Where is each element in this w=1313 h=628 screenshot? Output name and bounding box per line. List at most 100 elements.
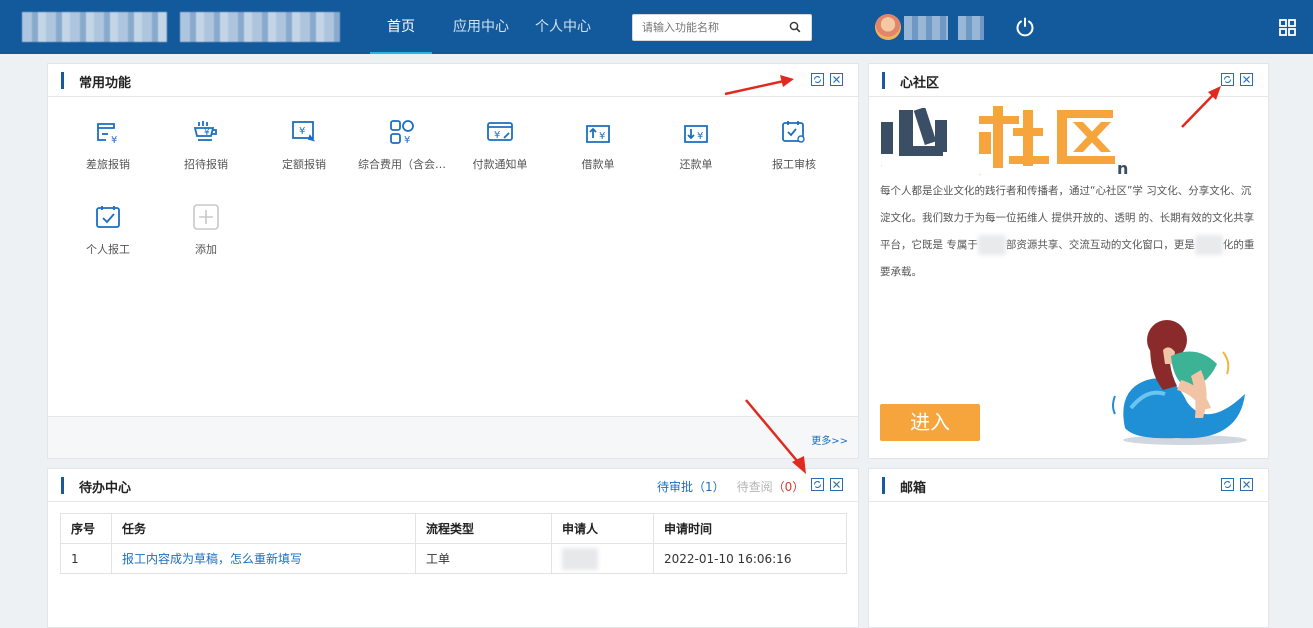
refresh-icon[interactable]: [811, 478, 824, 491]
function-label: 添加: [195, 243, 217, 256]
mailbox-panel: 邮箱: [868, 468, 1269, 628]
panel-header: 邮箱: [869, 469, 1268, 502]
fixed-reimburse-icon: ¥: [292, 121, 316, 142]
review-count: （0）: [772, 480, 805, 494]
close-icon[interactable]: [1240, 478, 1253, 491]
function-label: 借款单: [581, 158, 615, 171]
community-body: 心 n 社区 每个人都是企业文化的践行者和传播者，通过“心社区”学 习文化、分享…: [869, 98, 1268, 458]
task-link[interactable]: 报工内容成为草稿，怎么重新填写: [122, 552, 302, 566]
todo-table: 序号 任务 流程类型 申请人 申请时间 1 报工内容成为草稿，怎么重新填写 工单…: [60, 513, 847, 574]
tab-pending-approval[interactable]: 待审批（1）: [657, 478, 725, 495]
function-item[interactable]: ¥ 定额报销: [256, 118, 352, 172]
function-item[interactable]: 个人报工: [60, 203, 156, 257]
blurred-company: [1194, 235, 1223, 255]
top-bar: 首页 应用中心 个人中心: [0, 0, 1313, 54]
function-label: 报工审核: [772, 158, 816, 171]
more-link[interactable]: 更多>>: [811, 432, 848, 447]
panel-header: 待办中心 待审批（1） 待查阅（0）: [48, 469, 858, 502]
title-accent-bar: [61, 72, 64, 89]
table-row[interactable]: 1 报工内容成为草稿，怎么重新填写 工单 2022-01-10 16:06:16: [60, 543, 847, 574]
function-label: 综合费用（含会…: [358, 158, 446, 171]
panel-header: 心社区: [869, 64, 1268, 97]
community-panel: 心社区 心 n 社区 每个人都是企业文化的践行者和传播者，通过“心社区”学 习文…: [868, 63, 1269, 459]
add-icon: [193, 204, 219, 230]
blurred-company-name: [180, 12, 340, 42]
travel-reimburse-icon: ¥: [97, 123, 117, 146]
panel-tools: [1221, 478, 1253, 491]
column-header: 申请人: [551, 513, 654, 544]
function-item[interactable]: ¥ 还款单: [648, 118, 744, 172]
apply-time: 2022-01-10 16:06:16: [653, 543, 847, 574]
tab-pending-review[interactable]: 待查阅（0）: [737, 478, 805, 495]
close-icon[interactable]: [830, 478, 843, 491]
enter-button[interactable]: 进入: [880, 404, 980, 441]
refresh-icon[interactable]: [811, 73, 824, 86]
panel-tools: [1221, 73, 1253, 86]
svg-text:¥: ¥: [404, 135, 410, 146]
common-functions-panel: 常用功能 ¥ 差旅报销 ¥ 招待报销 ¥ 定额报销 ¥ 综合费用（含会… ¥ 付…: [47, 63, 859, 459]
blurred-applicant: [562, 547, 598, 570]
close-icon[interactable]: [830, 73, 843, 86]
apps-grid-icon[interactable]: [1279, 19, 1296, 39]
panel-title: 常用功能: [79, 76, 132, 91]
panel-tools: [811, 478, 843, 491]
pending-count: （1）: [693, 480, 725, 494]
search-icon[interactable]: [789, 21, 801, 36]
nav-home[interactable]: 首页: [370, 0, 432, 54]
title-accent-bar: [882, 477, 885, 494]
function-item[interactable]: ¥ 差旅报销: [60, 118, 156, 172]
blurred-user-role: [958, 16, 984, 40]
svg-text:¥: ¥: [599, 131, 605, 142]
process-type: 工单: [415, 543, 552, 574]
loan-form-icon: ¥: [586, 125, 610, 143]
function-item[interactable]: ¥ 招待报销: [158, 118, 254, 172]
search-box: [632, 14, 812, 41]
svg-text:心: 心: [881, 164, 882, 167]
function-item[interactable]: 报工审核: [746, 118, 842, 172]
function-label: 还款单: [679, 158, 713, 171]
community-logo-shequ: n 社区: [979, 106, 1128, 176]
svg-text:¥: ¥: [494, 130, 500, 141]
function-item[interactable]: ¥ 付款通知单: [452, 118, 548, 172]
community-description: 每个人都是企业文化的践行者和传播者，通过“心社区”学 习文化、分享文化、沉淀文化…: [880, 178, 1260, 286]
general-expense-icon: ¥: [390, 120, 414, 146]
svg-text:¥: ¥: [204, 128, 210, 138]
svg-text:¥: ¥: [111, 135, 117, 146]
search-input[interactable]: [633, 15, 783, 40]
refresh-icon[interactable]: [1221, 478, 1234, 491]
work-report-review-icon: [782, 121, 805, 143]
tab-label: 待查阅: [736, 480, 773, 494]
function-label: 差旅报销: [86, 158, 130, 171]
nav-personal-center[interactable]: 个人中心: [528, 0, 598, 54]
function-item[interactable]: ¥ 借款单: [550, 118, 646, 172]
girl-illustration: [1112, 320, 1247, 445]
avatar[interactable]: [875, 14, 901, 40]
function-label: 付款通知单: [472, 158, 528, 171]
nav-app-center[interactable]: 应用中心: [440, 0, 522, 54]
column-header: 任务: [111, 513, 416, 544]
column-header: 申请时间: [653, 513, 847, 544]
todo-panel: 待办中心 待审批（1） 待查阅（0） 序号 任务 流程类型 申请人 申请时间 1…: [47, 468, 859, 628]
payment-notice-icon: ¥: [487, 122, 513, 141]
function-label: 个人报工: [86, 243, 130, 256]
add-function-button[interactable]: 添加: [158, 203, 254, 257]
title-accent-bar: [882, 72, 885, 89]
panel-header: 常用功能: [48, 64, 858, 97]
refresh-icon[interactable]: [1221, 73, 1234, 86]
repayment-form-icon: ¥: [684, 125, 708, 143]
function-item[interactable]: ¥ 综合费用（含会…: [354, 118, 450, 172]
power-icon[interactable]: [1014, 16, 1036, 41]
close-icon[interactable]: [1240, 73, 1253, 86]
personal-work-report-icon: [96, 206, 120, 228]
panel-title: 待办中心: [79, 481, 132, 496]
todo-tabs: 待审批（1） 待查阅（0）: [657, 478, 804, 495]
title-accent-bar: [61, 477, 64, 494]
community-logo-xin: 心: [881, 108, 947, 167]
panel-tools: [811, 73, 843, 86]
description-part: 部资源共享、交流互动的文化窗口，更是: [1005, 239, 1195, 251]
svg-text:n: n: [1117, 159, 1128, 176]
main-nav: 首页 应用中心 个人中心: [370, 0, 598, 54]
row-number: 1: [60, 543, 112, 574]
tab-label: 待审批: [657, 480, 694, 494]
blurred-username: [904, 16, 948, 40]
